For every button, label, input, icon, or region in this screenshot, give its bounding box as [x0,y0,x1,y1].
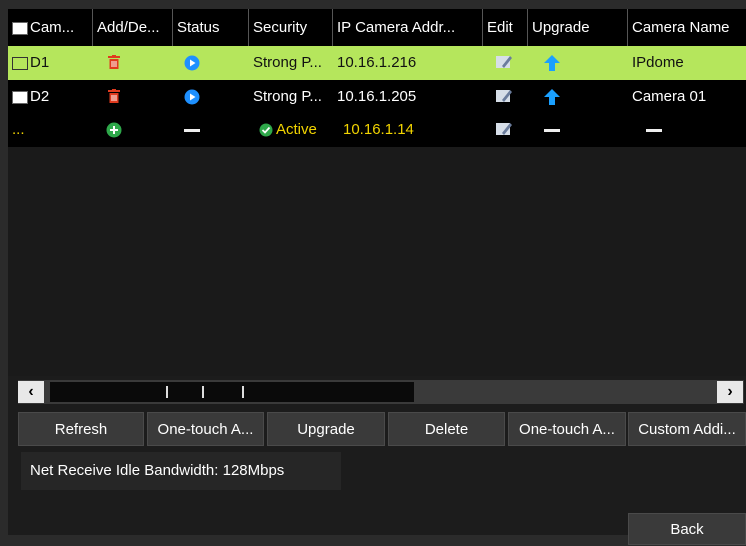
camera-cell[interactable]: ... [8,113,93,147]
scroll-right-button[interactable]: › [717,381,743,403]
custom-adding-button[interactable]: Custom Addi... [628,412,746,446]
camera-name-dash [646,129,662,132]
table-row[interactable]: ... Active 10.16.1.14 [8,113,746,147]
table-row[interactable]: D1 Strong P... 10.16.1.216 IPdome [8,46,746,80]
camera-cell[interactable]: D2 [8,80,93,114]
refresh-button[interactable]: Refresh [18,412,144,446]
scroll-grip [242,386,244,398]
edit-icon[interactable] [496,122,512,136]
ip-cell: 10.16.1.14 [343,121,414,138]
col-edit[interactable]: Edit [483,9,528,46]
col-status[interactable]: Status [173,9,249,46]
col-camera-name[interactable]: Camera Name [628,9,746,46]
one-touch-activate-button[interactable]: One-touch A... [147,412,264,446]
action-button-row: Refresh One-touch A... Upgrade Delete On… [8,412,746,448]
camera-name-cell: Camera 01 [632,88,707,105]
security-cell: Active [249,113,333,147]
table-row[interactable]: D2 Strong P... 10.16.1.205 Camera 01 [8,80,746,114]
row-checkbox[interactable] [12,90,28,104]
bandwidth-status: Net Receive Idle Bandwidth: 128Mbps [21,452,341,490]
scroll-thumb[interactable] [50,382,414,402]
camera-name-cell: IPdome [632,54,684,71]
ip-cell: 10.16.1.216 [337,54,417,71]
one-touch-adding-button[interactable]: One-touch A... [508,412,626,446]
status-dash [184,129,200,132]
col-upgrade[interactable]: Upgrade [528,9,628,46]
edit-icon[interactable] [496,89,512,103]
upgrade-button[interactable]: Upgrade [267,412,385,446]
trash-icon[interactable] [108,89,120,103]
upgrade-arrow-icon[interactable] [544,89,560,105]
col-ip-address[interactable]: IP Camera Addr... [333,9,483,46]
trash-icon[interactable] [108,55,120,69]
edit-icon[interactable] [496,55,512,69]
ip-cell: 10.16.1.205 [337,88,417,105]
status-play-icon[interactable] [184,89,200,105]
security-cell: Strong P... [253,54,322,71]
add-plus-icon[interactable] [106,122,122,138]
back-button[interactable]: Back [628,513,746,545]
camera-cell[interactable]: D1 [8,46,93,80]
status-play-icon[interactable] [184,55,200,71]
row-checkbox[interactable] [12,56,28,70]
upgrade-arrow-icon[interactable] [544,55,560,71]
col-add-delete[interactable]: Add/De... [93,9,173,46]
scroll-left-button[interactable]: ‹ [18,381,44,403]
table-empty-area [8,147,746,376]
security-cell: Strong P... [253,88,322,105]
delete-button[interactable]: Delete [388,412,505,446]
scroll-grip [166,386,168,398]
scroll-grip [202,386,204,398]
col-security[interactable]: Security [249,9,333,46]
horizontal-scrollbar[interactable]: ‹ › [18,380,744,404]
col-camera[interactable]: Cam... [8,9,93,46]
upgrade-dash [544,129,560,132]
check-icon [259,123,273,137]
select-all-checkbox[interactable] [12,21,28,35]
table-header: Cam... Add/De... Status Security IP Came… [8,9,746,46]
